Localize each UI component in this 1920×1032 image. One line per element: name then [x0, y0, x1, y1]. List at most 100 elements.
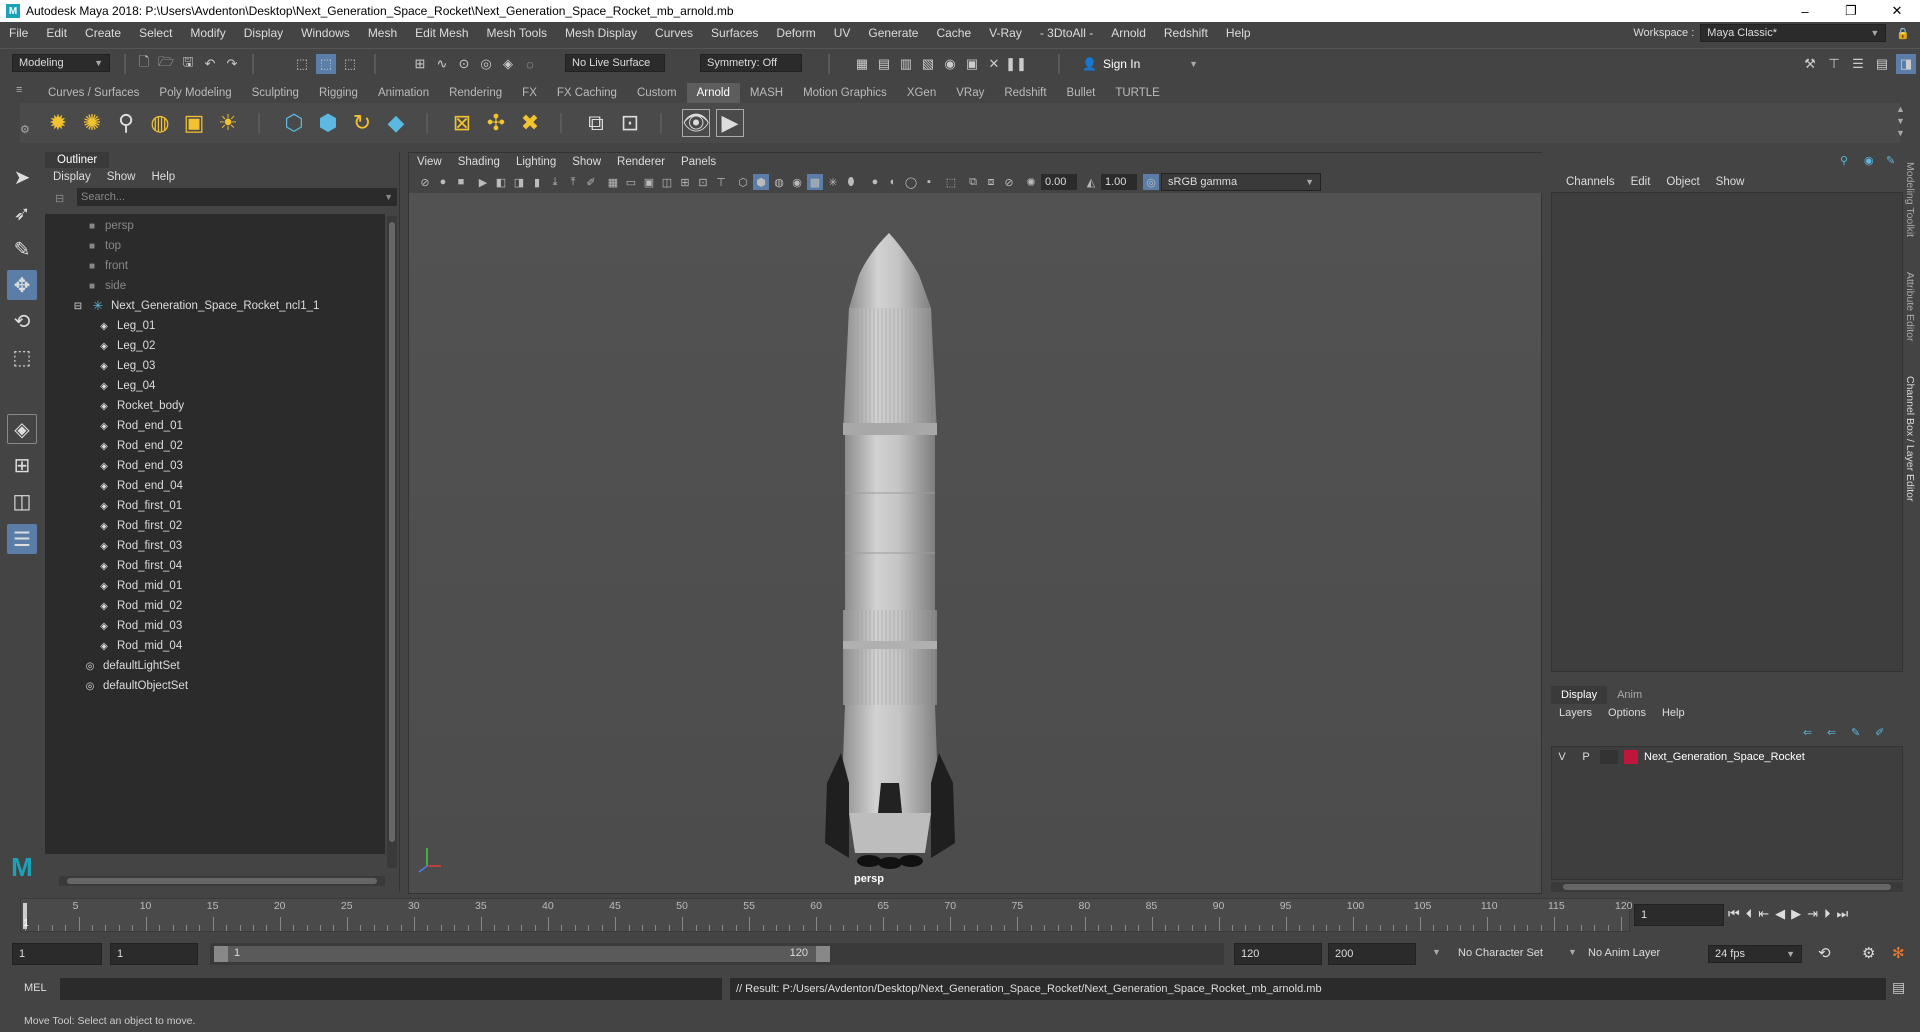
range-end-handle[interactable]: [816, 946, 830, 962]
mesh-light-icon[interactable]: ✺: [78, 109, 106, 137]
xray-joints-icon[interactable]: ⧉: [965, 174, 981, 190]
workspace-select[interactable]: Maya Classic* ▼: [1700, 24, 1887, 42]
toggle-channels-icon[interactable]: ⚲: [1840, 154, 1848, 167]
list-item[interactable]: ◈ Rod_mid_01: [45, 576, 385, 596]
wireframe-on-shaded-icon[interactable]: ◍: [771, 174, 787, 190]
layer-playback-toggle[interactable]: P: [1576, 751, 1596, 763]
camera-icon[interactable]: ▶: [475, 174, 491, 190]
shelf-tab-poly-modeling[interactable]: Poly Modeling: [149, 83, 241, 103]
range-slider-handle[interactable]: 1 120: [214, 946, 830, 962]
channel-menu-edit[interactable]: Edit: [1623, 176, 1659, 188]
step-back-key-icon[interactable]: ⇤: [1758, 906, 1769, 922]
color-management-icon[interactable]: ◎: [1143, 174, 1159, 190]
start-time-field[interactable]: 1: [12, 943, 102, 965]
channel-menu-channels[interactable]: Channels: [1558, 176, 1623, 188]
side-tab-channel-box[interactable]: Channel Box / Layer Editor: [1904, 376, 1916, 502]
anim-layer-select[interactable]: No Anim Layer: [1588, 947, 1660, 959]
symmetry-select[interactable]: Symmetry: Off: [700, 54, 802, 72]
menu-windows[interactable]: Windows: [292, 26, 359, 40]
layer-color-swatch[interactable]: [1624, 750, 1638, 764]
chevron-down-icon[interactable]: ▼: [1432, 947, 1441, 957]
light-portal-icon[interactable]: ▣: [180, 109, 208, 137]
playback-end-field[interactable]: 120: [1234, 943, 1322, 965]
menu-3dtoall[interactable]: - 3DtoAll -: [1031, 26, 1102, 40]
sign-in-button[interactable]: 👤 Sign In ▼: [1082, 54, 1198, 74]
export-standin-icon[interactable]: ⬢: [314, 109, 342, 137]
scrollbar-thumb[interactable]: [389, 222, 395, 842]
viewport-menu-view[interactable]: View: [409, 156, 450, 168]
use-all-lights-icon[interactable]: ▩: [807, 174, 823, 190]
menu-modify[interactable]: Modify: [181, 26, 234, 40]
motion-blur-icon[interactable]: ●: [867, 174, 883, 190]
scrollbar-thumb[interactable]: [1563, 884, 1891, 890]
light-manager-icon[interactable]: ⧉: [582, 109, 610, 137]
play-backwards-icon[interactable]: ◀: [1775, 906, 1785, 922]
curve-collector-icon[interactable]: ↻: [348, 109, 376, 137]
attribute-editor-icon[interactable]: ⊤: [1824, 54, 1844, 74]
ipr-render-icon[interactable]: ▧: [918, 54, 938, 74]
list-item[interactable]: ◈ Rod_end_01: [45, 416, 385, 436]
channel-menu-show[interactable]: Show: [1708, 176, 1753, 188]
menu-generate[interactable]: Generate: [859, 26, 927, 40]
tx-convert-icon[interactable]: ✣: [482, 109, 510, 137]
menu-uv[interactable]: UV: [825, 26, 860, 40]
textured-icon[interactable]: ◉: [789, 174, 805, 190]
render-frame-icon[interactable]: ▥: [896, 54, 916, 74]
shelf-tab-sculpting[interactable]: Sculpting: [242, 83, 309, 103]
list-item[interactable]: ◈ Rod_mid_03: [45, 616, 385, 636]
snap-grid-icon[interactable]: ⊞: [410, 54, 430, 74]
character-set-select[interactable]: No Character Set: [1458, 947, 1543, 959]
modeling-toolkit-icon[interactable]: ⚒: [1800, 54, 1820, 74]
field-chart-icon[interactable]: ⤒: [565, 174, 581, 190]
shelf-tab-mash[interactable]: MASH: [740, 83, 793, 103]
menu-surfaces[interactable]: Surfaces: [702, 26, 767, 40]
film-gate-toggle-icon[interactable]: ▭: [623, 174, 639, 190]
resolution-toggle-icon[interactable]: ▣: [641, 174, 657, 190]
new-empty-layer-icon[interactable]: ✎: [1851, 726, 1860, 739]
save-scene-icon[interactable]: 🖫: [178, 54, 198, 74]
scale-tool-icon[interactable]: ⬚: [7, 342, 37, 372]
menu-deform[interactable]: Deform: [767, 26, 824, 40]
minimize-button[interactable]: –: [1782, 0, 1828, 22]
image-plane-icon[interactable]: ■: [453, 174, 469, 190]
outliner-menu-show[interactable]: Show: [99, 171, 144, 183]
end-time-field[interactable]: 200: [1328, 943, 1416, 965]
viewport-menu-lighting[interactable]: Lighting: [508, 156, 564, 168]
list-item[interactable]: ◈ Rod_first_01: [45, 496, 385, 516]
go-to-start-icon[interactable]: ⏮: [1728, 906, 1740, 922]
list-item[interactable]: ◈ Leg_01: [45, 316, 385, 336]
select-tool-icon[interactable]: ➤: [7, 162, 37, 192]
render-region-icon[interactable]: ⊡: [616, 109, 644, 137]
shelf-tab-fx-caching[interactable]: FX Caching: [547, 83, 627, 103]
side-tab-modeling-toolkit[interactable]: Modeling Toolkit: [1904, 162, 1916, 237]
playback-start-field[interactable]: 1: [110, 943, 198, 965]
shelf-tab-xgen[interactable]: XGen: [897, 83, 946, 103]
go-to-end-icon[interactable]: ⏭: [1837, 906, 1849, 922]
layer-menu-layers[interactable]: Layers: [1551, 707, 1600, 719]
shelf-tab-vray[interactable]: VRay: [946, 83, 994, 103]
range-start-handle[interactable]: [214, 946, 228, 962]
list-item[interactable]: ◈ Leg_04: [45, 376, 385, 396]
shelf-menu-icon[interactable]: ≡: [16, 84, 28, 100]
filter-icon[interactable]: ⊟: [55, 192, 64, 205]
list-item[interactable]: ■ side: [45, 276, 385, 296]
snap-curve-icon[interactable]: ∿: [432, 54, 452, 74]
render-view-icon[interactable]: ▤: [874, 54, 894, 74]
wireframe-icon[interactable]: ⬡: [735, 174, 751, 190]
toggle-attribute-icon[interactable]: ✎: [1886, 154, 1895, 167]
script-editor-icon[interactable]: ▤: [1892, 979, 1905, 996]
shelf-tab-rigging[interactable]: Rigging: [309, 83, 368, 103]
list-item[interactable]: ◎ defaultLightSet: [45, 656, 385, 676]
xray-active-icon[interactable]: ⧈: [983, 174, 999, 190]
lock-icon[interactable]: 🔒: [1896, 27, 1910, 40]
undo-icon[interactable]: ↶: [200, 54, 220, 74]
open-scene-icon[interactable]: 🗁: [156, 54, 176, 74]
xray-icon[interactable]: ⬚: [943, 174, 959, 190]
new-scene-icon[interactable]: 🗋: [134, 54, 154, 74]
layer-menu-help[interactable]: Help: [1654, 707, 1693, 719]
layer-visibility-toggle[interactable]: V: [1552, 751, 1572, 763]
physical-sky-icon[interactable]: ☀: [214, 109, 242, 137]
list-item[interactable]: ■ top: [45, 236, 385, 256]
multisample-aa-icon[interactable]: ◐: [885, 174, 901, 190]
viewport-menu-renderer[interactable]: Renderer: [609, 156, 673, 168]
